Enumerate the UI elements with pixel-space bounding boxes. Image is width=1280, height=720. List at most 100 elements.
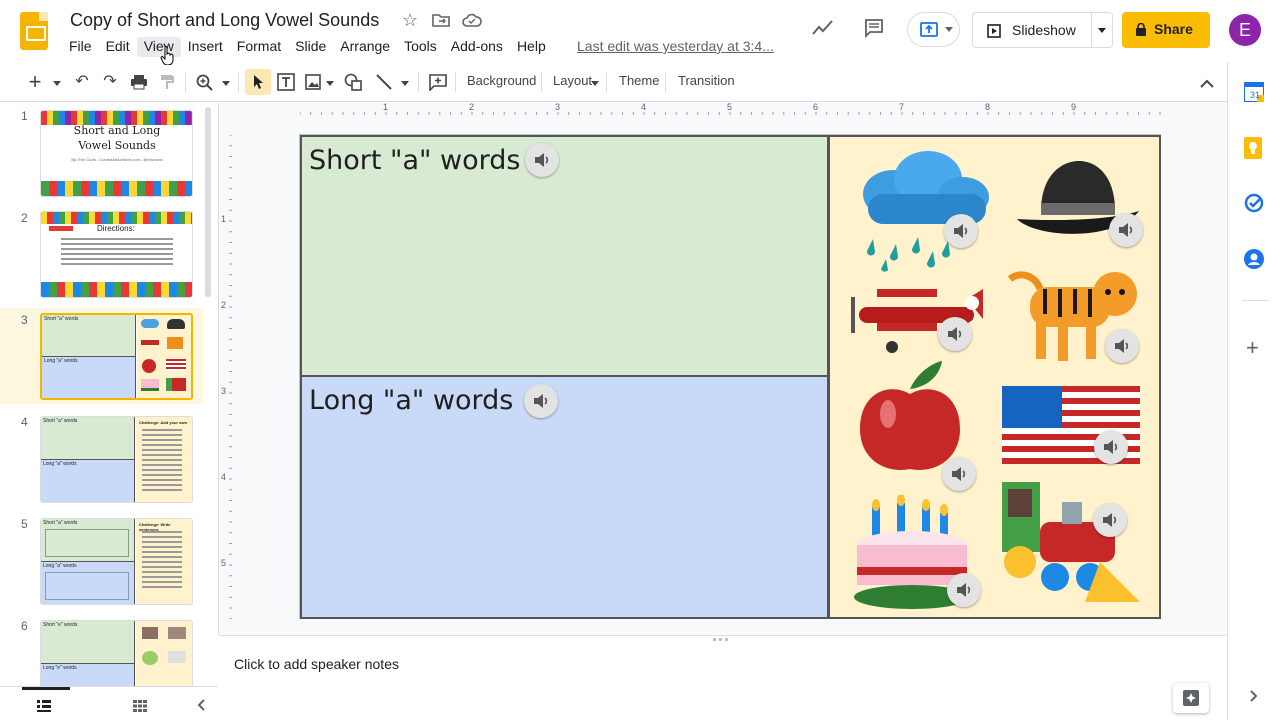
crayon-border-top — [41, 212, 192, 224]
add-comment-icon[interactable] — [429, 74, 447, 96]
thumb-long-panel: Long "e" words — [41, 664, 135, 686]
toy-train-picture[interactable] — [1000, 477, 1145, 617]
toolbar-divider — [455, 72, 456, 92]
speaker-icon[interactable] — [942, 457, 976, 491]
menu-help[interactable]: Help — [510, 37, 553, 57]
theme-button[interactable]: Theme — [619, 73, 659, 88]
chevron-down-icon[interactable] — [401, 81, 409, 86]
chevron-down-icon[interactable] — [326, 81, 334, 86]
slide-thumbnail-3[interactable]: Short "a" words Long "a" words — [40, 313, 193, 400]
menu-file[interactable]: File — [62, 37, 99, 57]
speaker-icon[interactable] — [1093, 503, 1127, 537]
menu-slide[interactable]: Slide — [288, 37, 333, 57]
speaker-icon[interactable] — [944, 214, 978, 248]
speaker-icon[interactable] — [524, 384, 558, 418]
chevron-down-icon[interactable] — [1098, 28, 1106, 33]
thumb-picture — [142, 627, 158, 639]
chevron-down-icon[interactable] — [53, 81, 61, 86]
chevron-down-icon[interactable] — [222, 81, 230, 86]
speaker-icon[interactable] — [525, 143, 559, 177]
avatar[interactable]: E — [1229, 14, 1261, 46]
long-a-words-label[interactable]: Long "a" words — [309, 385, 513, 416]
drag-dots-icon — [713, 638, 716, 641]
print-icon[interactable] — [130, 74, 148, 95]
collapse-filmstrip-chevron-left-icon[interactable] — [197, 698, 205, 716]
speaker-icon[interactable] — [1109, 213, 1143, 247]
share-button[interactable]: Share — [1122, 12, 1210, 48]
menu-format[interactable]: Format — [230, 37, 288, 57]
comment-history-icon[interactable] — [864, 18, 884, 43]
thumb-challenge-title: Challenge: Add your own — [139, 420, 188, 425]
top-bar: Copy of Short and Long Vowel Sounds ☆ Fi… — [0, 0, 1280, 66]
keep-notes-icon[interactable] — [1244, 137, 1262, 164]
speaker-icon[interactable] — [947, 573, 981, 607]
speaker-icon[interactable] — [938, 317, 972, 351]
slide-thumbnail-4[interactable]: Short "a" words Long "a" words Challenge… — [40, 416, 193, 503]
menu-arrange[interactable]: Arrange — [333, 37, 397, 57]
transition-button[interactable]: Transition — [678, 73, 735, 88]
slide-thumbnail-1[interactable]: Short and Long Vowel Sounds By: Eric Cur… — [40, 110, 193, 197]
line-icon[interactable] — [376, 74, 392, 95]
filmstrip-view-icon[interactable] — [37, 699, 51, 717]
vertical-ruler[interactable] — [219, 135, 233, 619]
move-folder-icon[interactable] — [432, 13, 450, 32]
explore-button[interactable] — [1173, 683, 1209, 713]
chevron-down-icon[interactable] — [945, 27, 953, 32]
present-upload-icon — [920, 22, 938, 37]
slide[interactable]: Short "a" words Long "a" words — [299, 134, 1161, 619]
short-a-words-label[interactable]: Short "a" words — [309, 145, 520, 176]
text-box-icon[interactable] — [277, 73, 295, 96]
toolbar-divider — [606, 72, 607, 92]
filmstrip-footer — [0, 686, 218, 720]
new-slide-plus-icon[interactable]: + — [26, 70, 44, 94]
add-addon-plus-icon[interactable]: + — [1246, 337, 1259, 359]
expand-side-panel-chevron-right-icon[interactable] — [1250, 689, 1258, 707]
menu-tools[interactable]: Tools — [397, 37, 444, 57]
side-panel: 31 + — [1227, 62, 1280, 720]
layout-button[interactable]: Layout — [553, 73, 592, 88]
thumb-short-panel: Short "e" words — [41, 621, 135, 664]
short-a-words-panel[interactable]: Short "a" words — [300, 135, 829, 377]
thumb-short-panel: Short "a" words — [41, 519, 135, 562]
contacts-icon[interactable] — [1244, 249, 1264, 274]
select-tool-button[interactable] — [245, 69, 271, 95]
speaker-icon[interactable] — [1105, 329, 1139, 363]
slide-thumbnail-6[interactable]: Short "e" words Long "e" words — [40, 620, 193, 686]
tasks-icon[interactable] — [1244, 193, 1264, 218]
menu-insert[interactable]: Insert — [181, 37, 230, 57]
present-to-meeting-button[interactable] — [907, 12, 960, 47]
star-icon[interactable]: ☆ — [402, 10, 418, 31]
apple-picture[interactable] — [858, 359, 968, 474]
activity-trend-icon[interactable] — [812, 20, 834, 41]
menu-add-ons[interactable]: Add-ons — [444, 37, 510, 57]
zoom-icon[interactable] — [196, 74, 214, 97]
slide-thumbnail-5[interactable]: Short "a" words Long "a" words Challenge… — [40, 518, 193, 605]
thumb-flag — [166, 359, 186, 371]
cloud-saved-icon[interactable] — [462, 13, 482, 32]
chevron-down-icon[interactable] — [591, 81, 599, 86]
paint-format-icon[interactable] — [160, 74, 174, 95]
rain-cloud-picture[interactable] — [848, 149, 993, 274]
school-supplies-border-bottom — [41, 282, 192, 297]
redo-icon[interactable]: ↷ — [100, 70, 120, 94]
slide-thumbnail-2[interactable]: Directions: — [40, 211, 193, 298]
last-edit-link[interactable]: Last edit was yesterday at 3:4... — [577, 38, 774, 54]
insert-image-icon[interactable] — [305, 74, 321, 95]
long-a-words-panel[interactable]: Long "a" words — [300, 377, 829, 619]
airplane-picture[interactable] — [847, 279, 992, 359]
shape-icon[interactable] — [344, 73, 364, 96]
grid-view-icon[interactable] — [133, 699, 147, 717]
collapse-toolbar-chevron-up-icon[interactable] — [1200, 76, 1214, 94]
calendar-icon[interactable]: 31 — [1243, 81, 1265, 107]
slides-logo-icon[interactable] — [20, 12, 48, 50]
notes-resize-handle[interactable] — [219, 635, 1226, 645]
menu-edit[interactable]: Edit — [99, 37, 137, 57]
slideshow-button[interactable]: Slideshow — [972, 12, 1113, 48]
filmstrip-scrollbar[interactable] — [205, 107, 211, 297]
undo-icon[interactable]: ↶ — [72, 70, 92, 94]
document-title[interactable]: Copy of Short and Long Vowel Sounds — [70, 10, 379, 31]
background-button[interactable]: Background — [467, 73, 536, 88]
thumb-challenge-lines — [142, 531, 182, 533]
speaker-icon[interactable] — [1094, 430, 1128, 464]
speaker-notes[interactable]: Click to add speaker notes — [234, 656, 399, 672]
